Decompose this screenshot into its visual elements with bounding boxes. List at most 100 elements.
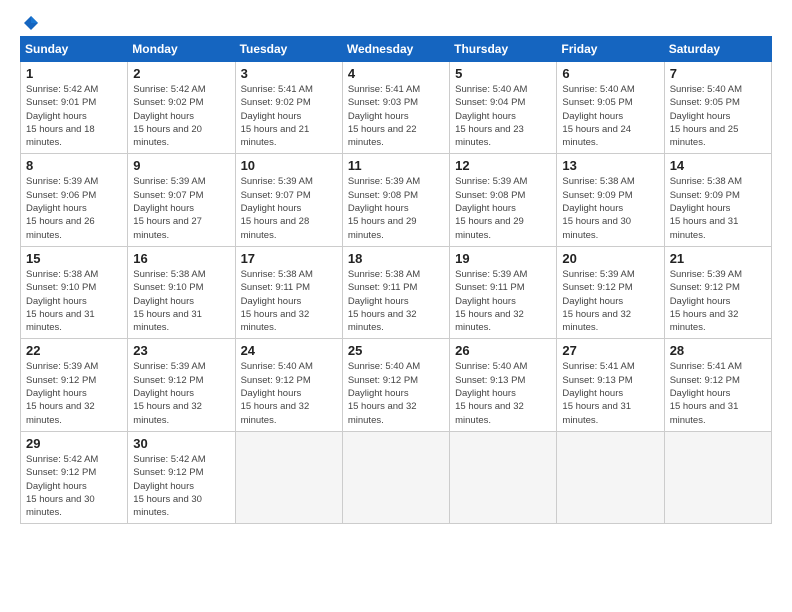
calendar-cell: 14Sunrise: 5:38 AMSunset: 9:09 PMDayligh…	[664, 154, 771, 246]
calendar-cell: 29 Sunrise: 5:42 AMSunset: 9:12 PMDayligh…	[21, 431, 128, 523]
calendar-cell	[235, 431, 342, 523]
page: SundayMondayTuesdayWednesdayThursdayFrid…	[0, 0, 792, 612]
day-number: 8	[26, 158, 122, 173]
day-info: Sunrise: 5:40 AMSunset: 9:13 PMDaylight …	[455, 360, 551, 426]
day-number: 23	[133, 343, 229, 358]
day-number: 19	[455, 251, 551, 266]
day-number: 10	[241, 158, 337, 173]
day-info: Sunrise: 5:39 AMSunset: 9:07 PMDaylight …	[133, 175, 229, 241]
day-info: Sunrise: 5:40 AMSunset: 9:12 PMDaylight …	[241, 360, 337, 426]
calendar-cell	[557, 431, 664, 523]
calendar-cell: 22 Sunrise: 5:39 AMSunset: 9:12 PMDayligh…	[21, 339, 128, 431]
day-number: 18	[348, 251, 444, 266]
calendar-cell: 9 Sunrise: 5:39 AMSunset: 9:07 PMDaylight…	[128, 154, 235, 246]
calendar-body: 1 Sunrise: 5:42 AMSunset: 9:01 PMDaylight…	[21, 62, 772, 524]
day-number: 29	[26, 436, 122, 451]
day-number: 4	[348, 66, 444, 81]
day-info: Sunrise: 5:42 AMSunset: 9:12 PMDaylight …	[133, 453, 229, 519]
day-info: Sunrise: 5:39 AMSunset: 9:11 PMDaylight …	[455, 268, 551, 334]
day-info: Sunrise: 5:41 AMSunset: 9:12 PMDaylight …	[670, 360, 766, 426]
calendar-cell: 13 Sunrise: 5:38 AMSunset: 9:09 PMDayligh…	[557, 154, 664, 246]
day-info: Sunrise: 5:39 AMSunset: 9:12 PMDaylight …	[133, 360, 229, 426]
calendar-table: SundayMondayTuesdayWednesdayThursdayFrid…	[20, 36, 772, 524]
calendar-cell	[342, 431, 449, 523]
calendar-cell	[664, 431, 771, 523]
day-number: 16	[133, 251, 229, 266]
calendar-cell: 23 Sunrise: 5:39 AMSunset: 9:12 PMDayligh…	[128, 339, 235, 431]
day-info: Sunrise: 5:38 AMSunset: 9:10 PMDaylight …	[26, 268, 122, 334]
calendar-cell: 2 Sunrise: 5:42 AMSunset: 9:02 PMDaylight…	[128, 62, 235, 154]
day-number: 3	[241, 66, 337, 81]
day-info: Sunrise: 5:39 AMSunset: 9:12 PMDaylight …	[26, 360, 122, 426]
day-info: Sunrise: 5:42 AMSunset: 9:02 PMDaylight …	[133, 83, 229, 149]
calendar-cell: 25 Sunrise: 5:40 AMSunset: 9:12 PMDayligh…	[342, 339, 449, 431]
calendar-cell: 20 Sunrise: 5:39 AMSunset: 9:12 PMDayligh…	[557, 246, 664, 338]
day-number: 9	[133, 158, 229, 173]
day-number: 24	[241, 343, 337, 358]
calendar-week-3: 15 Sunrise: 5:38 AMSunset: 9:10 PMDayligh…	[21, 246, 772, 338]
day-number: 30	[133, 436, 229, 451]
calendar-header-monday: Monday	[128, 37, 235, 62]
calendar-header-friday: Friday	[557, 37, 664, 62]
calendar-cell: 21Sunrise: 5:39 AMSunset: 9:12 PMDayligh…	[664, 246, 771, 338]
calendar-cell: 10 Sunrise: 5:39 AMSunset: 9:07 PMDayligh…	[235, 154, 342, 246]
day-info: Sunrise: 5:41 AMSunset: 9:03 PMDaylight …	[348, 83, 444, 149]
calendar-week-4: 22 Sunrise: 5:39 AMSunset: 9:12 PMDayligh…	[21, 339, 772, 431]
day-number: 6	[562, 66, 658, 81]
day-info: Sunrise: 5:39 AMSunset: 9:08 PMDaylight …	[348, 175, 444, 241]
calendar-header-wednesday: Wednesday	[342, 37, 449, 62]
day-info: Sunrise: 5:39 AMSunset: 9:07 PMDaylight …	[241, 175, 337, 241]
day-info: Sunrise: 5:40 AMSunset: 9:04 PMDaylight …	[455, 83, 551, 149]
day-number: 20	[562, 251, 658, 266]
day-number: 12	[455, 158, 551, 173]
day-number: 27	[562, 343, 658, 358]
calendar-week-2: 8Sunrise: 5:39 AMSunset: 9:06 PMDaylight…	[21, 154, 772, 246]
calendar-cell: 8Sunrise: 5:39 AMSunset: 9:06 PMDaylight…	[21, 154, 128, 246]
day-number: 11	[348, 158, 444, 173]
calendar-header-sunday: Sunday	[21, 37, 128, 62]
calendar-header-thursday: Thursday	[450, 37, 557, 62]
calendar-cell: 30 Sunrise: 5:42 AMSunset: 9:12 PMDayligh…	[128, 431, 235, 523]
calendar-cell: 26 Sunrise: 5:40 AMSunset: 9:13 PMDayligh…	[450, 339, 557, 431]
calendar-cell: 17 Sunrise: 5:38 AMSunset: 9:11 PMDayligh…	[235, 246, 342, 338]
logo	[20, 18, 40, 26]
calendar-cell: 16 Sunrise: 5:38 AMSunset: 9:10 PMDayligh…	[128, 246, 235, 338]
day-info: Sunrise: 5:41 AMSunset: 9:13 PMDaylight …	[562, 360, 658, 426]
day-info: Sunrise: 5:39 AMSunset: 9:08 PMDaylight …	[455, 175, 551, 241]
calendar-cell: 19 Sunrise: 5:39 AMSunset: 9:11 PMDayligh…	[450, 246, 557, 338]
logo-icon	[22, 14, 40, 32]
calendar-cell: 18Sunrise: 5:38 AMSunset: 9:11 PMDayligh…	[342, 246, 449, 338]
calendar-header-tuesday: Tuesday	[235, 37, 342, 62]
calendar-week-1: 1 Sunrise: 5:42 AMSunset: 9:01 PMDaylight…	[21, 62, 772, 154]
calendar-cell: 7 Sunrise: 5:40 AMSunset: 9:05 PMDaylight…	[664, 62, 771, 154]
day-info: Sunrise: 5:39 AMSunset: 9:12 PMDaylight …	[562, 268, 658, 334]
day-number: 2	[133, 66, 229, 81]
day-info: Sunrise: 5:38 AMSunset: 9:10 PMDaylight …	[133, 268, 229, 334]
day-number: 25	[348, 343, 444, 358]
day-info: Sunrise: 5:39 AMSunset: 9:12 PMDaylight …	[670, 268, 766, 334]
calendar-cell: 4 Sunrise: 5:41 AMSunset: 9:03 PMDaylight…	[342, 62, 449, 154]
day-info: Sunrise: 5:38 AMSunset: 9:09 PMDaylight …	[562, 175, 658, 241]
day-info: Sunrise: 5:40 AMSunset: 9:12 PMDaylight …	[348, 360, 444, 426]
header	[20, 18, 772, 26]
day-number: 13	[562, 158, 658, 173]
calendar-header-saturday: Saturday	[664, 37, 771, 62]
day-number: 22	[26, 343, 122, 358]
day-info: Sunrise: 5:41 AMSunset: 9:02 PMDaylight …	[241, 83, 337, 149]
day-info: Sunrise: 5:40 AMSunset: 9:05 PMDaylight …	[670, 83, 766, 149]
day-info: Sunrise: 5:42 AMSunset: 9:01 PMDaylight …	[26, 83, 122, 149]
calendar-cell: 27 Sunrise: 5:41 AMSunset: 9:13 PMDayligh…	[557, 339, 664, 431]
day-number: 1	[26, 66, 122, 81]
day-info: Sunrise: 5:42 AMSunset: 9:12 PMDaylight …	[26, 453, 122, 519]
day-number: 5	[455, 66, 551, 81]
day-number: 26	[455, 343, 551, 358]
calendar-cell: 3 Sunrise: 5:41 AMSunset: 9:02 PMDaylight…	[235, 62, 342, 154]
calendar-cell: 15 Sunrise: 5:38 AMSunset: 9:10 PMDayligh…	[21, 246, 128, 338]
day-number: 15	[26, 251, 122, 266]
calendar-cell: 1 Sunrise: 5:42 AMSunset: 9:01 PMDaylight…	[21, 62, 128, 154]
calendar-cell: 5 Sunrise: 5:40 AMSunset: 9:04 PMDaylight…	[450, 62, 557, 154]
day-info: Sunrise: 5:38 AMSunset: 9:11 PMDaylight …	[241, 268, 337, 334]
day-number: 17	[241, 251, 337, 266]
day-number: 7	[670, 66, 766, 81]
day-info: Sunrise: 5:38 AMSunset: 9:09 PMDaylight …	[670, 175, 766, 241]
